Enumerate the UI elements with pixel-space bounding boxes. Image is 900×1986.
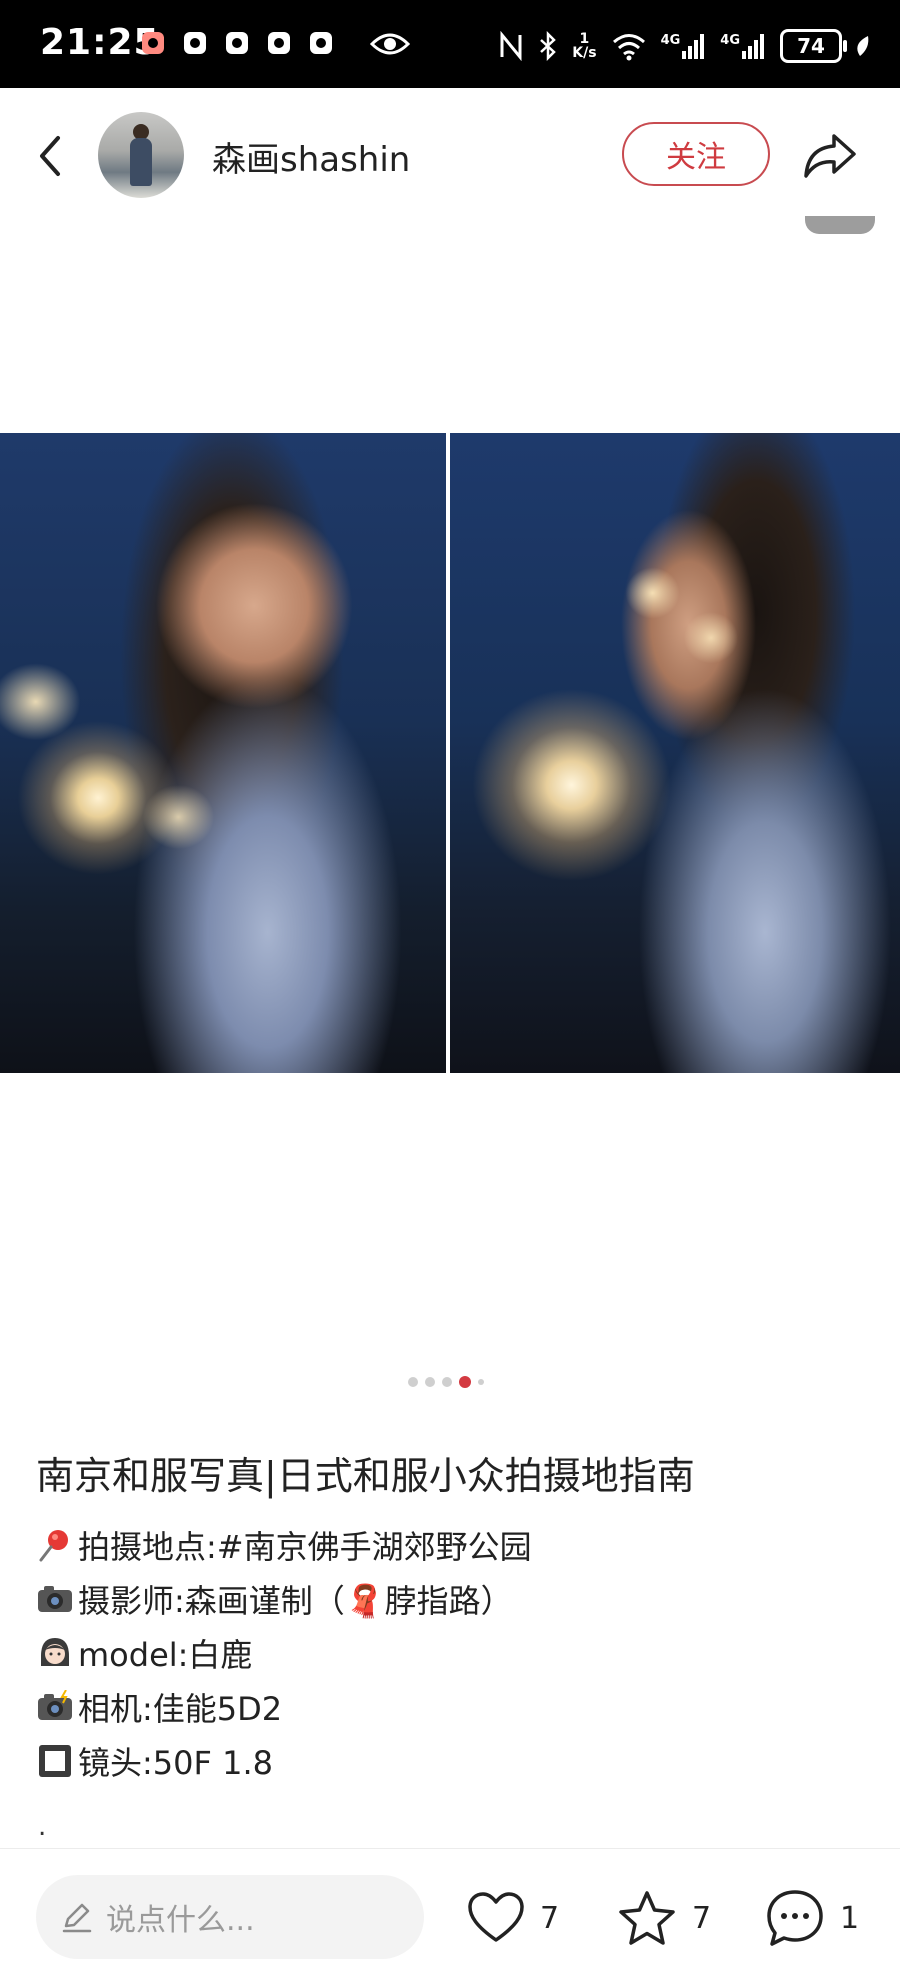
notification-icon bbox=[142, 32, 164, 54]
comment-input[interactable]: 说点什么... bbox=[36, 1875, 424, 1959]
cellular-signal-1: 4G bbox=[661, 33, 707, 59]
notification-icon bbox=[184, 32, 206, 54]
camera-icon bbox=[38, 1586, 72, 1612]
carousel-dot-active bbox=[459, 1376, 471, 1388]
leaf-icon bbox=[857, 36, 869, 56]
eye-icon bbox=[370, 33, 410, 55]
info-photographer: 摄影师:森画谨制（🧣脖指路） bbox=[36, 1576, 513, 1622]
network-speed-unit: K/s bbox=[572, 45, 597, 61]
favorite-button[interactable]: 7 bbox=[616, 1883, 711, 1953]
comment-bubble-icon bbox=[767, 1890, 823, 1946]
signal-icon bbox=[682, 34, 705, 59]
comment-placeholder: 说点什么... bbox=[106, 1903, 255, 1938]
pencil-icon bbox=[62, 1903, 92, 1933]
back-icon[interactable] bbox=[28, 126, 76, 186]
post-title: 南京和服写真|日式和服小众拍摄地指南 bbox=[36, 1454, 695, 1498]
camera-flash-icon bbox=[38, 1690, 72, 1720]
pushpin-icon bbox=[39, 1530, 68, 1562]
girl-icon bbox=[41, 1638, 69, 1666]
battery-indicator: 74 bbox=[780, 29, 847, 63]
post-header: 森画shashin 关注 bbox=[0, 88, 900, 223]
photo-right[interactable] bbox=[450, 433, 900, 1073]
cellular-signal-2: 4G bbox=[720, 33, 766, 59]
status-bar: 21:25 1 K/s 4G 4G 74 bbox=[0, 0, 900, 88]
carousel-indicator-pill bbox=[805, 216, 875, 234]
photo-left[interactable] bbox=[0, 433, 446, 1073]
info-text: 镜头:50F 1.8 bbox=[78, 1744, 273, 1782]
info-location: 拍摄地点:#南京佛手湖郊野公园 bbox=[36, 1522, 532, 1568]
network-speed-value: 1 bbox=[579, 31, 590, 47]
favorite-count: 7 bbox=[692, 1900, 712, 1936]
info-text: 拍摄地点:#南京佛手湖郊野公园 bbox=[78, 1528, 532, 1566]
info-camera: 相机:佳能5D2 bbox=[36, 1684, 282, 1730]
carousel-dot bbox=[408, 1377, 418, 1387]
square-button-icon bbox=[39, 1745, 71, 1777]
info-text: 摄影师:森画谨制（🧣脖指路） bbox=[78, 1582, 513, 1620]
heart-icon bbox=[468, 1892, 524, 1942]
info-lens: 镜头:50F 1.8 bbox=[36, 1738, 273, 1784]
status-icons: 1 K/s 4G 4G 74 bbox=[498, 26, 870, 66]
battery-level: 74 bbox=[797, 34, 825, 58]
like-count: 7 bbox=[540, 1900, 560, 1936]
star-icon bbox=[619, 1891, 675, 1945]
bottom-action-bar: 说点什么... 7 7 1 bbox=[0, 1848, 900, 1986]
comment-count: 1 bbox=[840, 1900, 860, 1936]
carousel-dots bbox=[408, 1376, 484, 1388]
author-name[interactable]: 森画shashin bbox=[212, 132, 410, 181]
post-trailing-text: . bbox=[38, 1812, 47, 1842]
bluetooth-icon bbox=[540, 31, 557, 61]
wifi-icon bbox=[612, 34, 645, 61]
network-speed: 1 K/s bbox=[572, 32, 596, 60]
notification-icon bbox=[268, 32, 290, 54]
avatar[interactable] bbox=[98, 112, 184, 198]
like-button[interactable]: 7 bbox=[466, 1883, 559, 1953]
notification-icon bbox=[310, 32, 332, 54]
info-text: model:白鹿 bbox=[78, 1636, 253, 1674]
notification-icon bbox=[226, 32, 248, 54]
carousel-dot bbox=[442, 1377, 452, 1387]
info-model: model:白鹿 bbox=[36, 1630, 252, 1676]
follow-button[interactable]: 关注 bbox=[622, 122, 770, 186]
info-text: 相机:佳能5D2 bbox=[78, 1690, 283, 1728]
comment-button[interactable]: 1 bbox=[764, 1883, 859, 1953]
signal-icon bbox=[742, 34, 764, 59]
carousel-dot bbox=[425, 1377, 435, 1387]
carousel-dot bbox=[478, 1379, 484, 1385]
network-type: 4G bbox=[660, 33, 681, 48]
nfc-icon bbox=[500, 31, 522, 61]
network-type: 4G bbox=[720, 33, 740, 48]
share-icon[interactable] bbox=[800, 126, 860, 186]
